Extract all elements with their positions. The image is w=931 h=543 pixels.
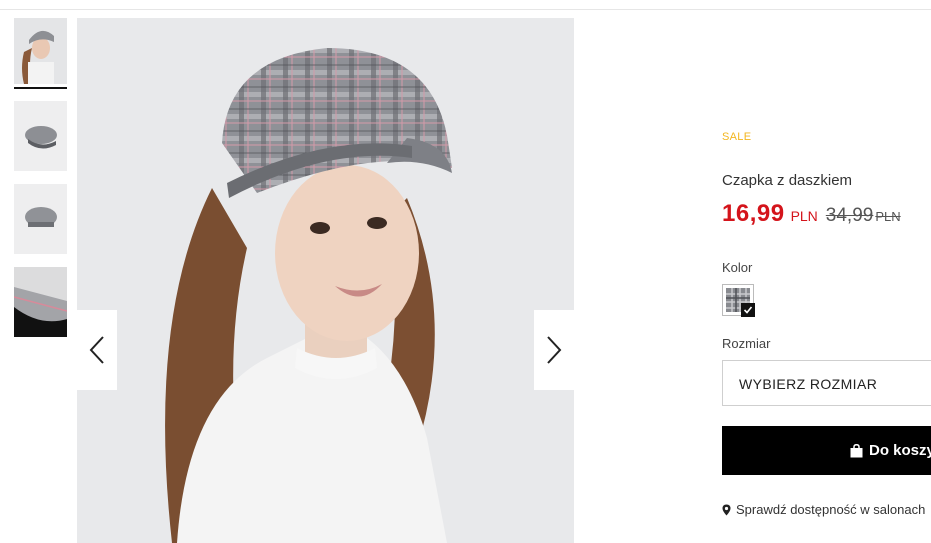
thumbnail-girl-wearing-cap[interactable] [14,18,67,84]
thumbnail-cap-back[interactable] [14,184,67,254]
size-label: Rozmiar [722,336,771,351]
price-current-currency: PLN [790,208,818,224]
check-store-availability-link[interactable]: Sprawdź dostępność w salonach [722,502,925,517]
main-product-image [77,18,574,543]
header-divider [0,9,931,10]
active-thumbnail-indicator [14,87,67,89]
size-select-value: WYBIERZ ROZMIAR [739,376,878,392]
gallery-prev-button[interactable] [77,310,117,390]
shopping-bag-icon [850,443,863,457]
color-swatch-plaid-grey[interactable] [722,284,755,317]
thumbnail-cap-detail[interactable] [14,267,67,337]
sale-badge: SALE [722,131,752,143]
chevron-right-icon [547,336,562,364]
map-pin-icon [722,504,731,515]
price-row: 16,99 PLN 34,99 PLN [722,200,901,228]
thumbnail-cap-side[interactable] [14,101,67,171]
add-to-cart-button[interactable]: Do koszy [722,426,931,475]
product-title: Czapka z daszkiem [722,172,853,189]
color-label: Kolor [722,260,753,275]
price-current: 16,99 [722,200,785,227]
price-original: 34,99 [825,205,874,226]
selected-check-icon [741,303,755,317]
add-to-cart-content: Do koszy [850,442,931,459]
check-store-availability-label: Sprawdź dostępność w salonach [736,502,926,517]
gallery-next-button[interactable] [534,310,574,390]
price-original-currency: PLN [875,209,901,224]
girl-wearing-plaid-cap-photo [77,18,574,543]
add-to-cart-label: Do koszy [869,442,931,459]
size-select[interactable]: WYBIERZ ROZMIAR [722,360,931,406]
chevron-left-icon [89,336,104,364]
